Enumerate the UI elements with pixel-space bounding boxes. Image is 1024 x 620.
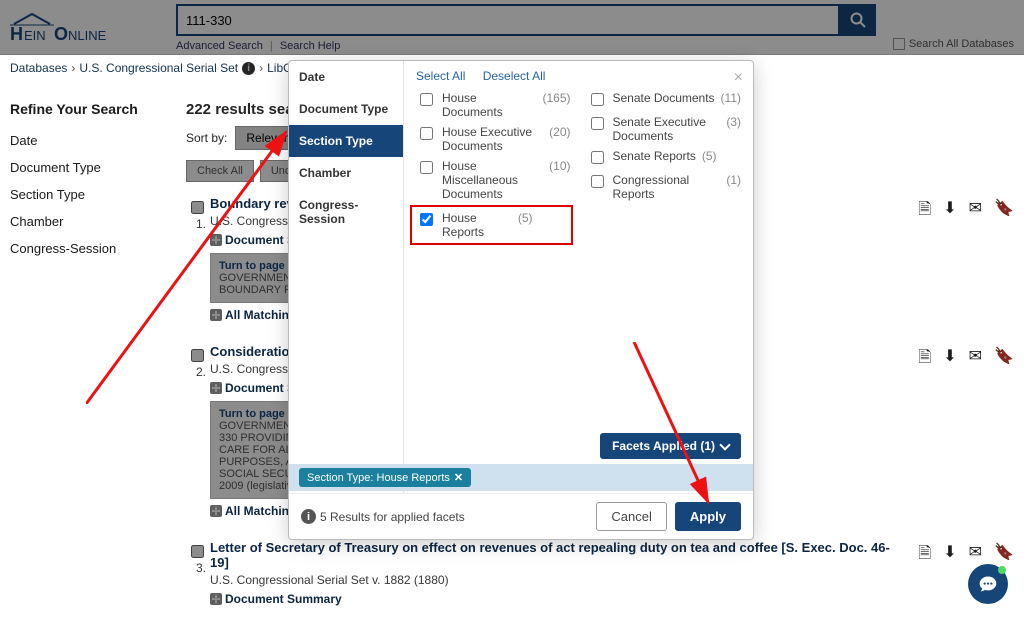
annotation-arrow <box>86 128 296 404</box>
results-info: 5 Results for applied facets <box>320 510 465 524</box>
option-house-reports[interactable]: House Reports (5) <box>412 207 571 243</box>
option-senate-documents[interactable]: Senate Documents (11) <box>587 91 742 109</box>
modal-content: Select All Deselect All House Documents … <box>404 61 753 493</box>
option-house-misc-documents[interactable]: House Miscellaneous Documents (10) <box>416 159 571 201</box>
tab-congress-session[interactable]: Congress-Session <box>289 189 403 235</box>
applied-facet-band: Section Type: House Reports✕ <box>289 464 753 491</box>
option-senate-exec-documents[interactable]: Senate Executive Documents (3) <box>587 115 742 143</box>
apply-button[interactable]: Apply <box>675 502 741 531</box>
tab-document-type[interactable]: Document Type <box>289 93 403 125</box>
modal-footer: i 5 Results for applied facets Cancel Ap… <box>289 493 753 539</box>
option-house-exec-documents[interactable]: House Executive Documents (20) <box>416 125 571 153</box>
tab-date[interactable]: Date <box>289 61 403 93</box>
option-house-documents[interactable]: House Documents (165) <box>416 91 571 119</box>
chat-icon <box>978 574 998 594</box>
cancel-button[interactable]: Cancel <box>596 502 666 531</box>
modal-tabs: Date Document Type Section Type Chamber … <box>289 61 404 493</box>
facets-applied-badge[interactable]: Facets Applied (1) <box>600 433 741 459</box>
chat-button[interactable] <box>968 564 1008 604</box>
remove-facet-icon[interactable]: ✕ <box>454 472 463 484</box>
applied-facet-pill[interactable]: Section Type: House Reports✕ <box>299 468 471 487</box>
info-icon: i <box>301 509 316 524</box>
chevron-down-icon <box>719 439 730 450</box>
deselect-all-link[interactable]: Deselect All <box>483 69 546 83</box>
tab-section-type[interactable]: Section Type <box>289 125 403 157</box>
status-dot-icon <box>998 566 1006 574</box>
option-senate-reports[interactable]: Senate Reports (5) <box>587 149 742 167</box>
select-all-link[interactable]: Select All <box>416 69 465 83</box>
tab-chamber[interactable]: Chamber <box>289 157 403 189</box>
facet-modal: × Date Document Type Section Type Chambe… <box>288 60 754 540</box>
option-congressional-reports[interactable]: Congressional Reports (1) <box>587 173 742 201</box>
